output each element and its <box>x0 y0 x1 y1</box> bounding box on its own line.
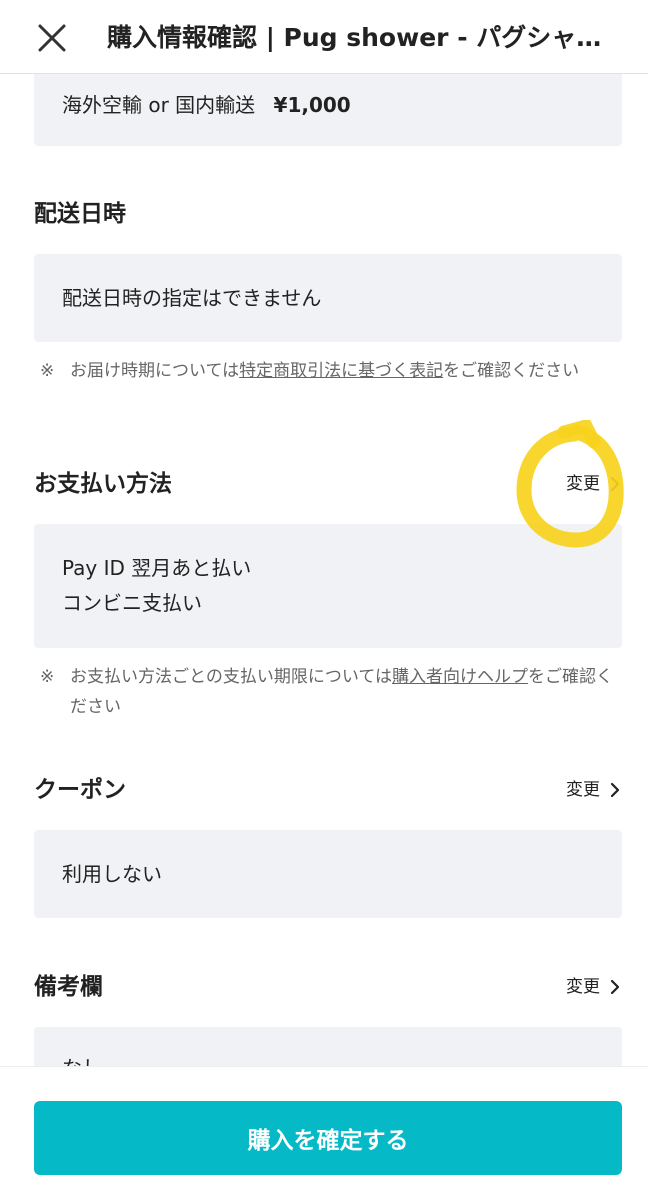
delivery-date-note: ※ お届け時期については特定商取引法に基づく表記をご確認ください <box>40 356 620 386</box>
main-content[interactable]: ········································… <box>0 74 648 1066</box>
tokushoho-link[interactable]: 特定商取引法に基づく表記 <box>239 361 443 381</box>
footer-bar: 購入を確定する <box>0 1066 648 1200</box>
page-title: 購入情報確認 | Pug shower - パグシャ… <box>107 23 602 52</box>
note-mark: ※ <box>40 361 55 381</box>
shipping-method-text: 海外空輸 or 国内輸送 <box>62 93 256 117</box>
coupon-box: 利用しない <box>34 830 622 918</box>
coupon-value: 利用しない <box>62 862 162 886</box>
close-icon <box>38 24 66 52</box>
confirm-purchase-button[interactable]: 購入を確定する <box>34 1101 622 1175</box>
remarks-title: 備考欄 <box>34 974 103 1000</box>
shipping-price: ¥1,000 <box>273 93 351 117</box>
payment-note-text-1: お支払い方法ごとの支払い期限については <box>70 667 392 687</box>
note-mark: ※ <box>40 667 55 687</box>
coupon-change-label: 変更 <box>566 780 600 800</box>
delivery-date-title: 配送日時 <box>34 201 126 227</box>
remarks-box: なし <box>34 1027 622 1066</box>
buyer-help-link[interactable]: 購入者向けヘルプ <box>392 667 528 687</box>
coupon-title: クーポン <box>34 777 126 803</box>
remarks-change-link[interactable]: 変更 <box>566 972 620 1002</box>
payment-change-label: 変更 <box>566 474 600 494</box>
shipping-method-box: ········································… <box>34 74 622 146</box>
shipping-method-line: 海外空輸 or 国内輸送 ¥1,000 <box>62 88 351 122</box>
delivery-note-text-2: をご確認ください <box>443 361 580 381</box>
chevron-right-icon <box>610 979 620 995</box>
payment-line-2: コンビニ支払い <box>62 591 202 615</box>
chevron-right-icon <box>610 782 620 798</box>
payment-line-1: Pay ID 翌月あと払い <box>62 556 252 580</box>
chevron-right-icon <box>610 476 620 492</box>
delivery-note-text-1: お届け時期については <box>70 361 240 381</box>
payment-title: お支払い方法 <box>34 471 172 497</box>
close-button[interactable] <box>34 20 70 56</box>
remarks-change-label: 変更 <box>566 977 600 997</box>
payment-note: ※ お支払い方法ごとの支払い期限については購入者向けヘルプをご確認ください <box>40 662 620 722</box>
delivery-date-box: 配送日時の指定はできません <box>34 254 622 342</box>
payment-change-link[interactable]: 変更 <box>566 469 620 499</box>
remarks-value: なし <box>62 1051 102 1066</box>
top-bar: 購入情報確認 | Pug shower - パグシャ… <box>0 0 648 74</box>
payment-box: Pay ID 翌月あと払い コンビニ支払い <box>34 524 622 648</box>
coupon-change-link[interactable]: 変更 <box>566 775 620 805</box>
delivery-date-value: 配送日時の指定はできません <box>62 286 322 310</box>
